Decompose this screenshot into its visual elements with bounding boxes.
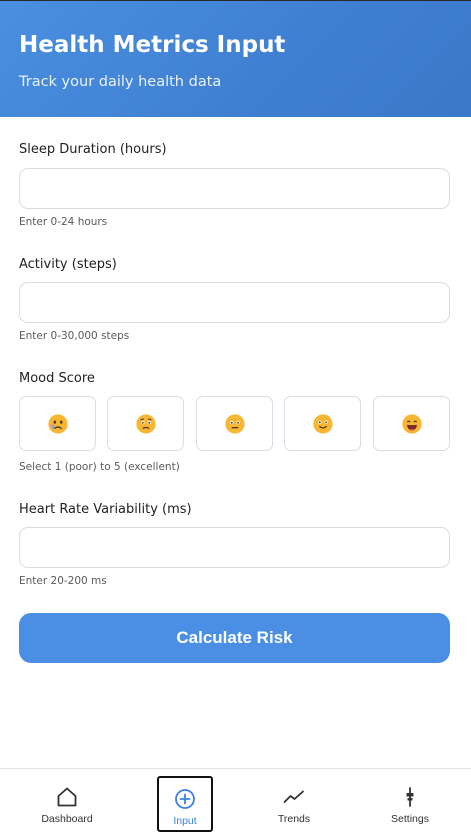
- nav-trends[interactable]: Trends: [266, 776, 322, 832]
- crying-face-icon: [47, 413, 68, 434]
- mood-option-1[interactable]: [19, 396, 96, 451]
- sleep-hint: Enter 0-24 hours: [19, 216, 108, 228]
- mood-hint: Select 1 (poor) to 5 (excellent): [19, 461, 180, 473]
- hrv-label: Heart Rate Variability (ms): [19, 502, 192, 517]
- nav-settings[interactable]: Settings: [382, 776, 438, 832]
- worried-face-icon: [135, 413, 156, 434]
- settings-icon: [406, 787, 414, 807]
- mood-option-4[interactable]: [284, 396, 361, 451]
- nav-dashboard[interactable]: Dashboard: [39, 776, 95, 832]
- mood-option-2[interactable]: [107, 396, 184, 451]
- sleep-label: Sleep Duration (hours): [19, 142, 167, 157]
- nav-dashboard-label: Dashboard: [41, 813, 93, 825]
- mood-option-5[interactable]: [373, 396, 450, 451]
- page-subtitle: Track your daily health data: [19, 74, 222, 90]
- mood-selector: [19, 396, 450, 451]
- activity-hint: Enter 0-30,000 steps: [19, 330, 130, 342]
- bottom-nav: Dashboard Input Trends Settings: [0, 768, 471, 835]
- nav-settings-label: Settings: [391, 813, 429, 825]
- page-title: Health Metrics Input: [19, 32, 286, 58]
- smiling-face-icon: [312, 413, 333, 434]
- plus-circle-icon: [175, 789, 195, 809]
- app-header: Health Metrics Input Track your daily he…: [0, 0, 471, 117]
- sleep-input[interactable]: [19, 168, 450, 209]
- nav-trends-label: Trends: [277, 813, 311, 825]
- neutral-face-icon: [224, 413, 245, 434]
- activity-label: Activity (steps): [19, 257, 117, 272]
- grinning-face-icon: [401, 413, 422, 434]
- trend-line-icon: [283, 790, 304, 803]
- nav-input-label: Input: [173, 815, 197, 827]
- activity-input[interactable]: [19, 282, 450, 323]
- mood-label: Mood Score: [19, 371, 95, 386]
- hrv-input[interactable]: [19, 527, 450, 568]
- mood-option-3[interactable]: [196, 396, 273, 451]
- nav-input[interactable]: Input: [157, 776, 213, 832]
- hrv-hint: Enter 20-200 ms: [19, 575, 107, 587]
- home-icon: [57, 787, 77, 807]
- calculate-risk-button[interactable]: Calculate Risk: [19, 613, 450, 663]
